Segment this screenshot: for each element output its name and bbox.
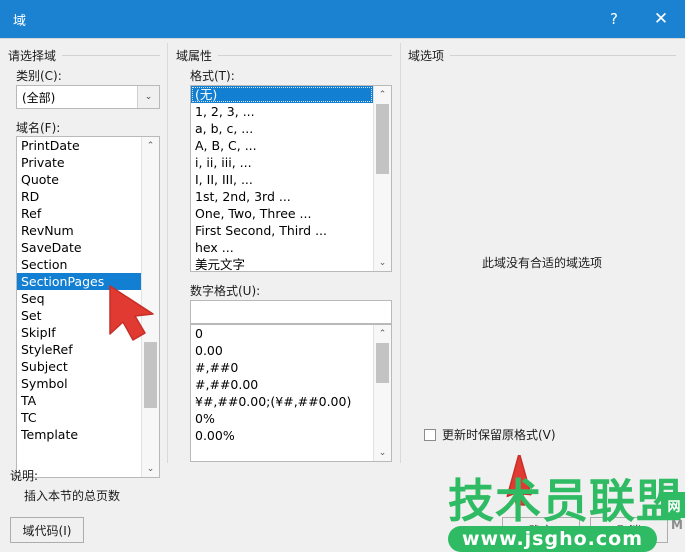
group-rule xyxy=(450,55,676,56)
scroll-down-icon[interactable]: ⌄ xyxy=(374,444,391,461)
list-item[interactable]: hex ... xyxy=(191,239,373,256)
number-format-input[interactable] xyxy=(190,300,392,324)
preserve-format-checkbox-row[interactable]: 更新时保留原格式(V) xyxy=(424,426,556,443)
list-item[interactable]: Quote xyxy=(17,171,141,188)
format-listbox[interactable]: (无) 1, 2, 3, ... a, b, c, ... A, B, C, ... i… xyxy=(190,85,392,272)
group-select-field: 请选择域 xyxy=(8,47,160,64)
chevron-down-icon[interactable]: ⌄ xyxy=(137,86,159,108)
field-codes-button[interactable]: 域代码(I) xyxy=(10,517,84,543)
list-item[interactable]: SkipIf xyxy=(17,324,141,341)
list-item[interactable]: First Second, Third ... xyxy=(191,222,373,239)
category-value: (全部) xyxy=(22,90,56,105)
list-item[interactable]: i, ii, iii, ... xyxy=(191,154,373,171)
number-format-label: 数字格式(U): xyxy=(190,284,261,298)
number-format-listbox[interactable]: 0 0.00 #,##0 #,##0.00 ¥#,##0.00;(¥#,##0.00) 0… xyxy=(190,324,392,462)
list-item[interactable]: SaveDate xyxy=(17,239,141,256)
group-select-field-label: 请选择域 xyxy=(8,49,57,63)
list-item[interactable]: TC xyxy=(17,409,141,426)
number-format-scrollbar[interactable]: ⌃ ⌄ xyxy=(373,325,391,461)
group-rule xyxy=(218,55,392,56)
scrollbar-thumb[interactable] xyxy=(144,342,157,408)
column-divider-2 xyxy=(400,43,401,463)
ok-button[interactable]: 确定 xyxy=(502,517,580,543)
category-combobox[interactable]: (全部) ⌄ xyxy=(16,85,160,109)
list-item[interactable]: Template xyxy=(17,426,141,443)
description-text: 插入本节的总页数 xyxy=(24,489,121,503)
scrollbar-thumb[interactable] xyxy=(376,343,389,383)
title-bar-buttons: ? ✕ xyxy=(591,0,685,38)
list-item[interactable]: 0 xyxy=(191,325,373,342)
preserve-format-checkbox[interactable] xyxy=(424,428,436,441)
number-format-list[interactable]: 0 0.00 #,##0 #,##0.00 ¥#,##0.00;(¥#,##0.00) 0… xyxy=(191,325,373,461)
list-item[interactable]: a, b, c, ... xyxy=(191,120,373,137)
field-names-scrollbar[interactable]: ⌃ ⌄ xyxy=(141,137,159,477)
list-item[interactable]: One, Two, Three ... xyxy=(191,205,373,222)
format-list[interactable]: (无) 1, 2, 3, ... a, b, c, ... A, B, C, ... i… xyxy=(191,86,373,271)
scroll-down-icon[interactable]: ⌄ xyxy=(374,254,391,271)
group-field-options: 域选项 xyxy=(408,47,676,64)
list-item[interactable]: A, B, C, ... xyxy=(191,137,373,154)
group-field-properties-label: 域属性 xyxy=(176,49,213,63)
dialog-body: 请选择域 域属性 域选项 类别(C): (全部) ⌄ 域名(F): PrintD… xyxy=(0,38,685,552)
cancel-button[interactable]: 取消 xyxy=(590,517,668,543)
list-item[interactable]: StyleRef xyxy=(17,341,141,358)
category-label: 类别(C): xyxy=(16,69,62,83)
list-item[interactable]: 0.00 xyxy=(191,342,373,359)
list-item[interactable]: 1st, 2nd, 3rd ... xyxy=(191,188,373,205)
list-item[interactable]: I, II, III, ... xyxy=(191,171,373,188)
list-item[interactable]: Section xyxy=(17,256,141,273)
scroll-up-icon[interactable]: ⌃ xyxy=(142,137,159,154)
close-button[interactable]: ✕ xyxy=(637,0,685,38)
scroll-up-icon[interactable]: ⌃ xyxy=(374,86,391,103)
column-divider-1 xyxy=(167,43,168,463)
field-names-list[interactable]: PrintDate Private Quote RD Ref RevNum SaveDate… xyxy=(17,137,141,477)
list-item[interactable]: TA xyxy=(17,392,141,409)
scrollbar-thumb[interactable] xyxy=(376,104,389,174)
group-field-properties: 域属性 xyxy=(176,47,392,64)
preserve-format-label: 更新时保留原格式(V) xyxy=(442,428,556,442)
description-label: 说明: xyxy=(10,469,39,483)
list-item[interactable]: Symbol xyxy=(17,375,141,392)
list-item[interactable]: Seq xyxy=(17,290,141,307)
list-item[interactable]: Set xyxy=(17,307,141,324)
list-item[interactable]: 1, 2, 3, ... xyxy=(191,103,373,120)
format-label: 格式(T): xyxy=(190,69,235,83)
format-scrollbar[interactable]: ⌃ ⌄ xyxy=(373,86,391,271)
scroll-down-icon[interactable]: ⌄ xyxy=(142,460,159,477)
list-item[interactable]: #,##0.00 xyxy=(191,376,373,393)
list-item[interactable]: 0% xyxy=(191,410,373,427)
list-item[interactable]: (无) xyxy=(191,86,373,103)
list-item[interactable]: RD xyxy=(17,188,141,205)
list-item[interactable]: ¥#,##0.00;(¥#,##0.00) xyxy=(191,393,373,410)
window-title: 域 xyxy=(13,13,27,29)
list-item[interactable]: PrintDate xyxy=(17,137,141,154)
list-item[interactable]: SectionPages xyxy=(17,273,141,290)
scroll-up-icon[interactable]: ⌃ xyxy=(374,325,391,342)
list-item[interactable]: Subject xyxy=(17,358,141,375)
help-button[interactable]: ? xyxy=(591,0,637,38)
field-names-label: 域名(F): xyxy=(16,121,61,135)
group-field-options-label: 域选项 xyxy=(408,49,445,63)
list-item[interactable]: RevNum xyxy=(17,222,141,239)
title-bar: 域 ? ✕ xyxy=(0,0,685,38)
list-item[interactable]: #,##0 xyxy=(191,359,373,376)
list-item[interactable]: Ref xyxy=(17,205,141,222)
group-rule xyxy=(62,55,160,56)
list-item[interactable]: 美元文字 xyxy=(191,256,373,271)
list-item[interactable]: Private xyxy=(17,154,141,171)
field-names-listbox[interactable]: PrintDate Private Quote RD Ref RevNum SaveDate… xyxy=(16,136,160,478)
field-options-empty-message: 此域没有合适的域选项 xyxy=(481,256,602,270)
list-item[interactable]: 0.00% xyxy=(191,427,373,444)
